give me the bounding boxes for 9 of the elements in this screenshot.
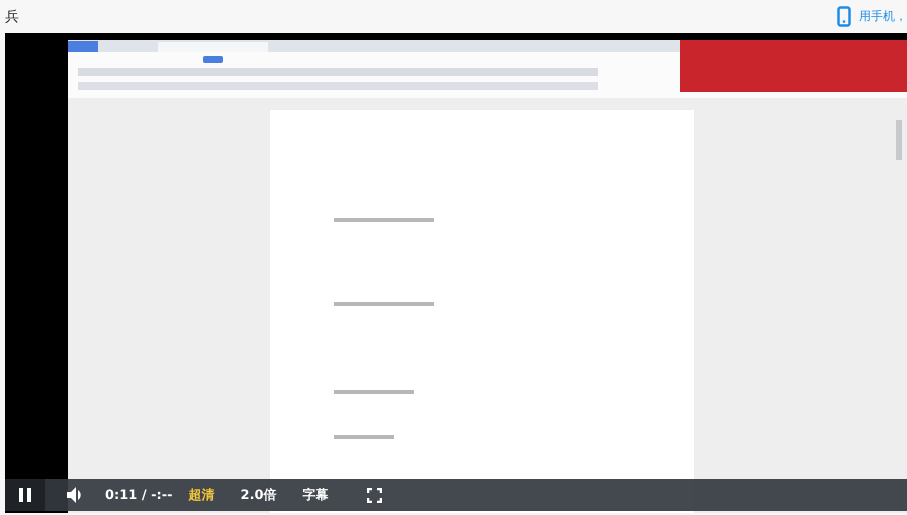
- page-title: 兵: [5, 8, 19, 26]
- speed-button[interactable]: 2.0倍: [240, 486, 277, 504]
- subtitles-button[interactable]: 字幕: [302, 486, 329, 504]
- fullscreen-button[interactable]: [366, 488, 382, 502]
- phone-icon: [837, 6, 851, 27]
- play-pause-button[interactable]: [5, 479, 45, 511]
- pause-icon: [19, 488, 31, 502]
- quality-button[interactable]: 超清: [188, 486, 215, 504]
- playback-time: 0:11 / -:--: [105, 488, 173, 502]
